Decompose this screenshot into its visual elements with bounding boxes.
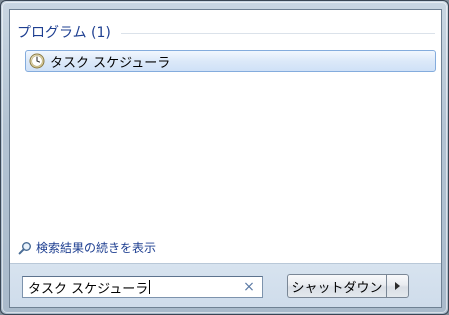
programs-group-header: プログラム (1) — [17, 22, 435, 42]
start-menu-panel: プログラム (1) タスク スケジューラ 検索結果の続きを表示 タスク スケジュ… — [9, 9, 442, 308]
clock-icon — [29, 53, 45, 69]
start-menu-window: プログラム (1) タスク スケジューラ 検索結果の続きを表示 タスク スケジュ… — [0, 0, 449, 315]
start-menu-footer: タスク スケジューラ × シャットダウン — [10, 263, 441, 307]
shutdown-options-button[interactable] — [386, 274, 409, 298]
see-more-results-link[interactable]: 検索結果の続きを表示 — [18, 238, 156, 256]
group-divider — [120, 32, 435, 34]
right-arrow-icon — [395, 282, 400, 290]
clear-search-icon[interactable]: × — [243, 280, 255, 294]
result-item-label: タスク スケジューラ — [50, 55, 171, 71]
result-item-task-scheduler[interactable]: タスク スケジューラ — [25, 50, 436, 72]
programs-group-title: プログラム (1) — [17, 25, 111, 41]
text-caret — [149, 280, 151, 294]
search-input[interactable]: タスク スケジューラ × — [22, 276, 263, 298]
magnifier-icon — [18, 240, 32, 255]
search-input-value: タスク スケジューラ — [28, 281, 149, 297]
search-results-area: プログラム (1) タスク スケジューラ 検索結果の続きを表示 — [10, 10, 441, 263]
see-more-label: 検索結果の続きを表示 — [36, 240, 157, 255]
shutdown-button[interactable]: シャットダウン — [287, 274, 386, 298]
shutdown-split-button: シャットダウン — [287, 274, 409, 298]
